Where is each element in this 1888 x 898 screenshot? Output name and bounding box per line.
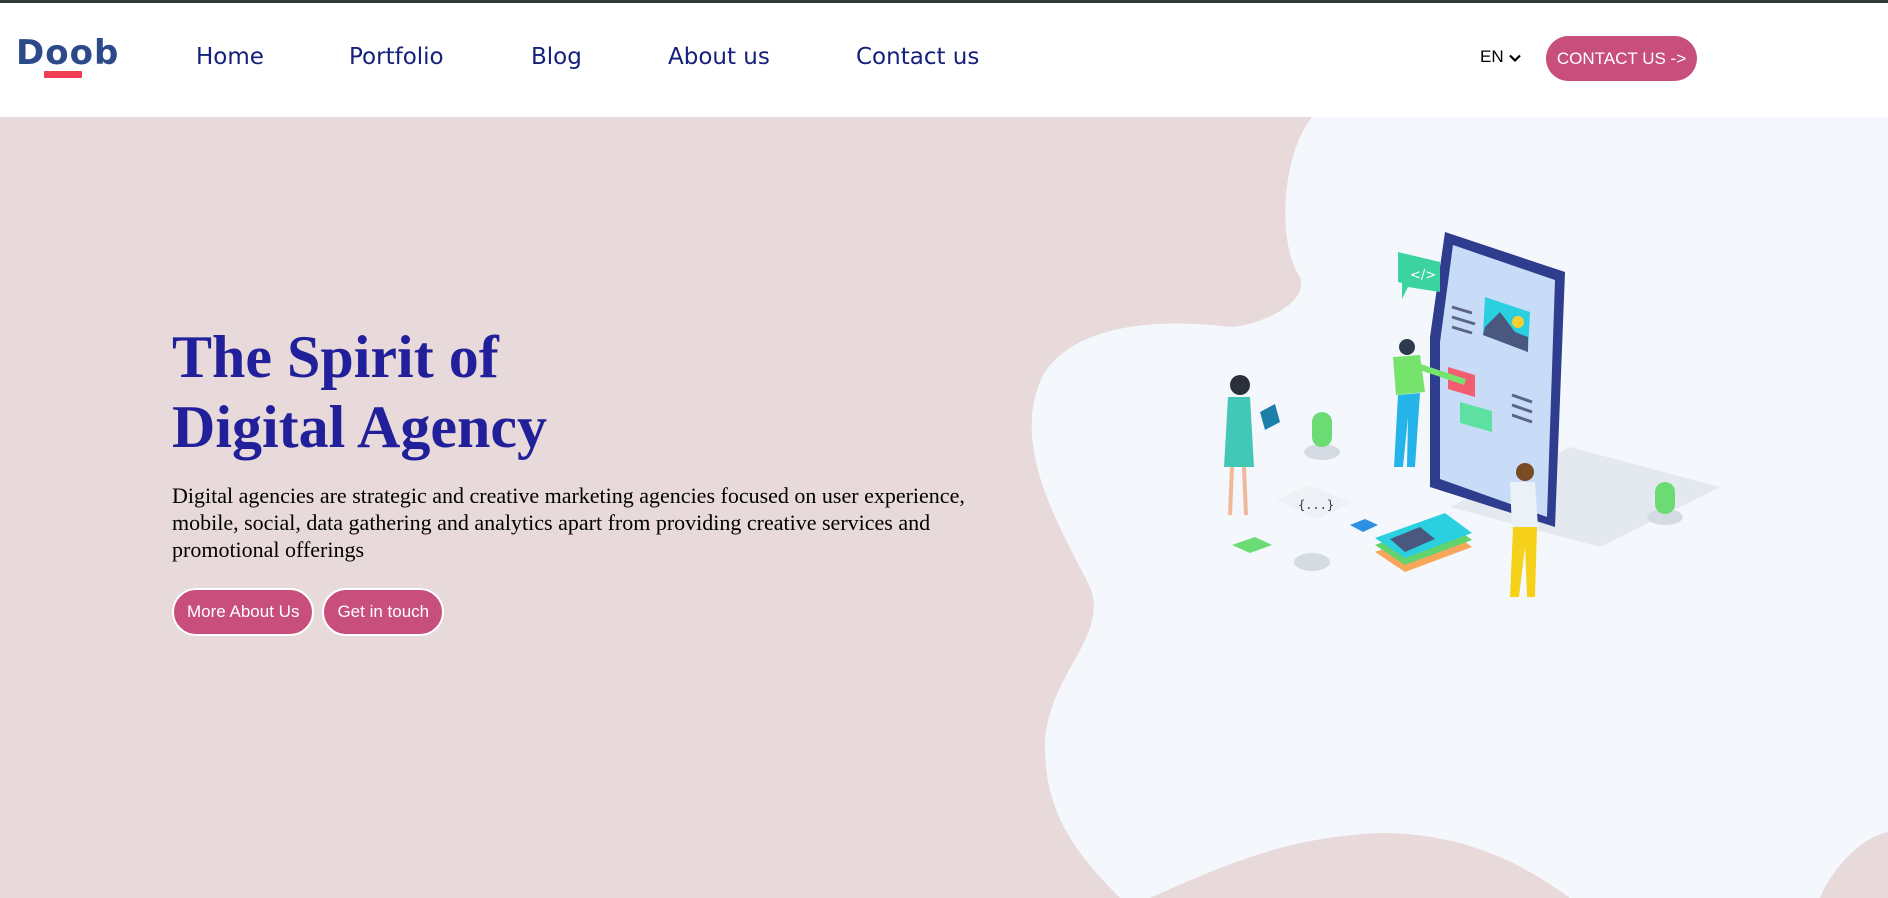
nav-home-link[interactable]: Home — [196, 39, 264, 75]
hero-button-row: More About Us Get in touch — [172, 588, 445, 636]
nav-blog-link[interactable]: Blog — [531, 39, 582, 75]
logo-underline — [44, 71, 82, 78]
person-right — [1510, 463, 1538, 597]
pot-left — [1304, 412, 1340, 460]
logo-text: Doob — [16, 33, 120, 73]
site-header: Doob Home Portfolio Blog About us Contac… — [0, 3, 1888, 117]
card-stack — [1375, 513, 1472, 572]
svg-text:{...}: {...} — [1298, 498, 1334, 512]
hero-description: Digital agencies are strategic and creat… — [172, 483, 965, 562]
code-tile: {...} — [1276, 485, 1352, 519]
nav-portfolio-link[interactable]: Portfolio — [349, 39, 444, 75]
nav-about-link[interactable]: About us — [668, 39, 770, 75]
hero-title-line-1: The Spirit of — [172, 324, 499, 390]
hero-title-line-2: Digital Agency — [172, 394, 547, 460]
hero-section: The Spirit of Digital Agency Digital age… — [0, 117, 1888, 898]
svg-text:</>: </> — [1410, 268, 1436, 283]
chevron-down-icon — [1508, 50, 1522, 64]
get-in-touch-button[interactable]: Get in touch — [322, 588, 445, 636]
language-selector[interactable]: EN — [1480, 43, 1522, 71]
person-left — [1224, 375, 1280, 516]
nav-contact-link[interactable]: Contact us — [856, 39, 979, 75]
hero-title: The Spirit of Digital Agency — [172, 322, 892, 462]
more-about-us-button[interactable]: More About Us — [172, 588, 315, 636]
contact-us-button[interactable]: CONTACT US -> — [1546, 36, 1697, 81]
isometric-app-illustration: </> {...} — [1224, 232, 1720, 597]
language-label: EN — [1480, 47, 1504, 66]
logo[interactable]: Doob — [16, 31, 118, 81]
code-bubble-icon: </> — [1398, 252, 1440, 299]
